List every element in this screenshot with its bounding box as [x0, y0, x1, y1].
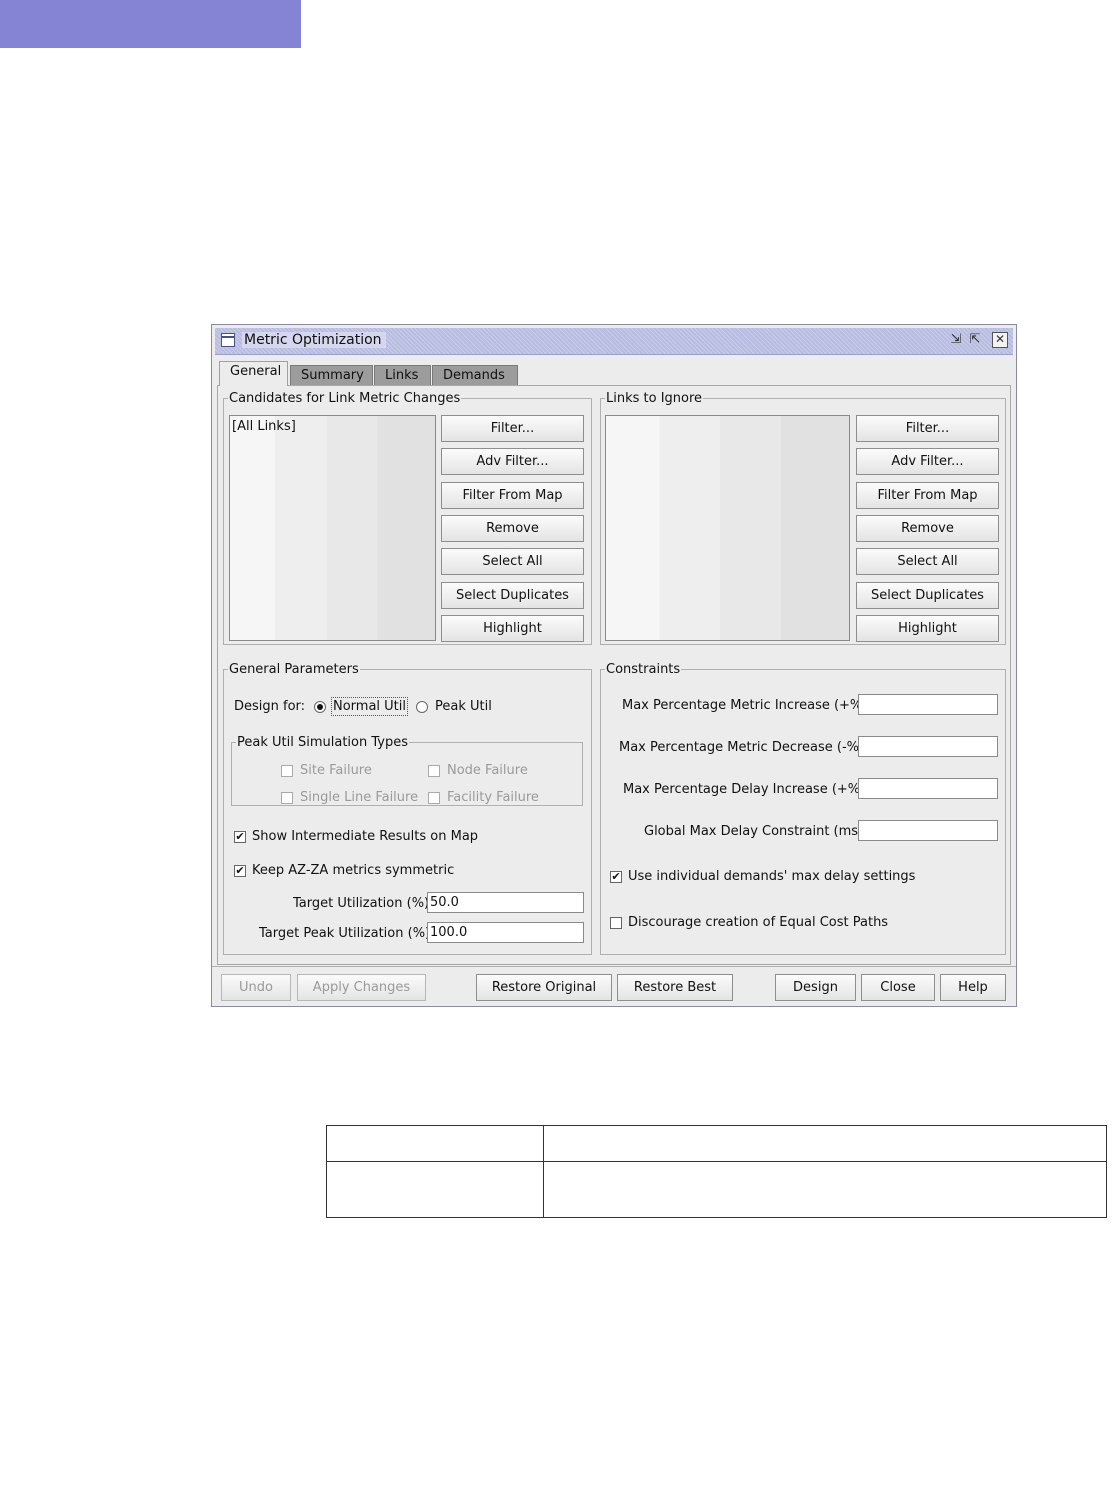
facility-failure-label: Facility Failure: [447, 790, 539, 805]
candidates-filter-button[interactable]: Filter...: [441, 415, 584, 442]
ignore-filter-from-map-button[interactable]: Filter From Map: [856, 482, 999, 509]
candidates-select-all-button[interactable]: Select All: [441, 548, 584, 575]
metric-optimization-window: Metric Optimization ⇲ ⇱ ✕ General Summar…: [211, 324, 1017, 1007]
table-row: [326, 1161, 1107, 1218]
ignore-select-all-button[interactable]: Select All: [856, 548, 999, 575]
max-metric-decrease-input[interactable]: [858, 736, 998, 757]
max-delay-increase-input[interactable]: [858, 778, 998, 799]
window-title: Metric Optimization: [242, 332, 386, 348]
candidates-filter-from-map-button[interactable]: Filter From Map: [441, 482, 584, 509]
page-header-bar: [0, 0, 301, 48]
document-table: [326, 1125, 1107, 1218]
discourage-ecmp-checkbox[interactable]: [610, 917, 622, 929]
maximize-icon[interactable]: ⇱: [967, 332, 983, 348]
facility-failure-checkbox[interactable]: [428, 792, 440, 804]
normal-util-radio[interactable]: [314, 701, 326, 713]
node-failure-checkbox[interactable]: [428, 765, 440, 777]
tab-links[interactable]: Links: [374, 365, 431, 385]
table-cell: [543, 1161, 1107, 1218]
undo-button[interactable]: Undo: [221, 974, 291, 1001]
table-cell: [326, 1161, 544, 1218]
site-failure-checkbox[interactable]: [281, 765, 293, 777]
use-individual-delay-label: Use individual demands' max delay settin…: [628, 869, 916, 884]
target-utilization-label: Target Utilization (%):: [293, 896, 434, 911]
restore-best-button[interactable]: Restore Best: [617, 974, 733, 1001]
max-metric-decrease-label: Max Percentage Metric Decrease (-%):: [619, 740, 869, 755]
tab-summary[interactable]: Summary: [290, 365, 373, 385]
window-icon: [221, 333, 235, 347]
single-line-failure-label: Single Line Failure: [300, 790, 419, 805]
design-for-label: Design for:: [234, 699, 306, 714]
links-to-ignore-legend: Links to Ignore: [606, 391, 703, 406]
node-failure-label: Node Failure: [447, 763, 528, 778]
global-max-delay-input[interactable]: [858, 820, 998, 841]
ignore-select-duplicates-button[interactable]: Select Duplicates: [856, 582, 999, 609]
keep-symmetric-checkbox[interactable]: ✔: [234, 865, 246, 877]
candidates-select-duplicates-button[interactable]: Select Duplicates: [441, 582, 584, 609]
restore-original-button[interactable]: Restore Original: [476, 974, 612, 1001]
table-cell: [326, 1125, 544, 1162]
links-to-ignore-list[interactable]: [605, 415, 850, 641]
table-cell: [543, 1125, 1107, 1162]
max-delay-increase-label: Max Percentage Delay Increase (+%):: [623, 782, 870, 797]
candidates-remove-button[interactable]: Remove: [441, 515, 584, 542]
tab-general[interactable]: General: [219, 361, 288, 386]
max-metric-increase-input[interactable]: [858, 694, 998, 715]
show-intermediate-label: Show Intermediate Results on Map: [252, 829, 479, 844]
tab-demands[interactable]: Demands: [432, 365, 518, 385]
single-line-failure-checkbox[interactable]: [281, 792, 293, 804]
list-item[interactable]: [All Links]: [232, 419, 296, 434]
show-intermediate-checkbox[interactable]: ✔: [234, 831, 246, 843]
keep-symmetric-label: Keep AZ-ZA metrics symmetric: [252, 863, 455, 878]
window-titlebar[interactable]: Metric Optimization ⇲ ⇱ ✕: [215, 328, 1013, 355]
apply-changes-button[interactable]: Apply Changes: [297, 974, 426, 1001]
restore-icon[interactable]: ⇲: [948, 332, 964, 348]
help-button[interactable]: Help: [940, 974, 1006, 1001]
design-button[interactable]: Design: [775, 974, 856, 1001]
general-tab-panel: Candidates for Link Metric Changes [All …: [217, 385, 1011, 965]
candidates-adv-filter-button[interactable]: Adv Filter...: [441, 448, 584, 475]
constraints-legend: Constraints: [606, 662, 681, 677]
target-utilization-input[interactable]: 50.0: [427, 892, 584, 913]
close-icon[interactable]: ✕: [992, 332, 1008, 348]
ignore-adv-filter-button[interactable]: Adv Filter...: [856, 448, 999, 475]
target-peak-utilization-input[interactable]: 100.0: [427, 922, 584, 943]
ignore-highlight-button[interactable]: Highlight: [856, 615, 999, 642]
candidates-list[interactable]: [All Links]: [229, 415, 436, 641]
candidates-highlight-button[interactable]: Highlight: [441, 615, 584, 642]
general-parameters-legend: General Parameters: [229, 662, 359, 677]
dialog-footer: Undo Apply Changes Restore Original Rest…: [212, 966, 1016, 1007]
use-individual-delay-checkbox[interactable]: ✔: [610, 871, 622, 883]
site-failure-label: Site Failure: [300, 763, 372, 778]
discourage-ecmp-label: Discourage creation of Equal Cost Paths: [628, 915, 889, 930]
global-max-delay-label: Global Max Delay Constraint (ms):: [644, 824, 868, 839]
peak-util-label[interactable]: Peak Util: [435, 699, 492, 714]
peak-util-simulation-types-legend: Peak Util Simulation Types: [237, 735, 408, 750]
table-row: [326, 1125, 1107, 1162]
close-button[interactable]: Close: [861, 974, 935, 1001]
normal-util-label[interactable]: Normal Util: [330, 697, 409, 716]
max-metric-increase-label: Max Percentage Metric Increase (+%):: [622, 698, 872, 713]
candidates-legend: Candidates for Link Metric Changes: [229, 391, 461, 406]
ignore-filter-button[interactable]: Filter...: [856, 415, 999, 442]
ignore-remove-button[interactable]: Remove: [856, 515, 999, 542]
target-peak-utilization-label: Target Peak Utilization (%):: [259, 926, 435, 941]
peak-util-radio[interactable]: [416, 701, 428, 713]
